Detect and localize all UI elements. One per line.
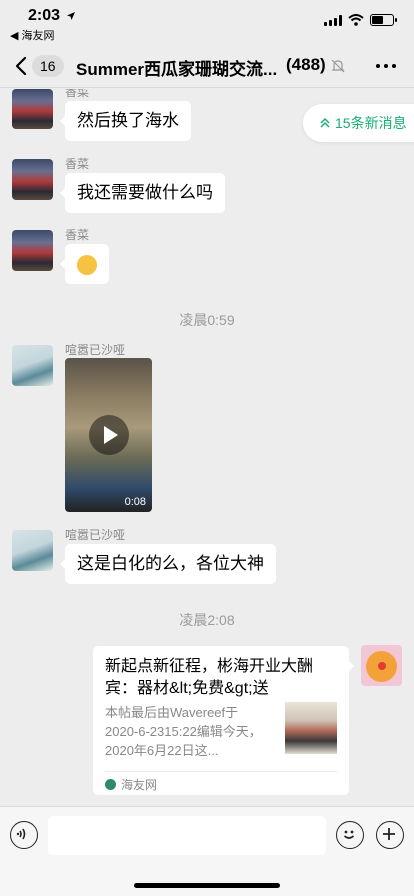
avatar[interactable] (12, 159, 53, 200)
link-card-description: 本帖最后由Wavereef于2020-6-2315:22编辑今天，2020年6月… (105, 705, 262, 758)
sender-name: 喧嚣已沙哑 (65, 343, 126, 357)
plus-icon[interactable] (376, 821, 404, 849)
avatar[interactable] (12, 230, 53, 271)
status-icons (324, 14, 397, 26)
double-chevron-up-icon (320, 117, 330, 128)
link-card-source: 海友网 (105, 776, 157, 793)
source-app-icon (105, 779, 116, 790)
mute-bell-icon (331, 59, 345, 73)
sender-name: 香菜 (65, 157, 90, 171)
link-card[interactable]: 新起点新征程，彬海开业大酬宾：器材&lt;免费&gt;送 本帖最后由Wavere… (93, 646, 354, 795)
timestamp: 凌晨2:08 (179, 612, 235, 628)
timestamp: 凌晨0:59 (179, 312, 235, 328)
status-time: 2:03 (28, 7, 61, 24)
voice-icon[interactable] (10, 821, 38, 849)
divider (105, 771, 337, 772)
message-bubble[interactable]: 这是白化的么，各位大神 (60, 544, 276, 584)
dizzy-face-icon (77, 255, 97, 275)
more-options-icon[interactable] (376, 64, 396, 68)
sender-name: 香菜 (65, 228, 90, 242)
video-message[interactable]: 0:08 (65, 358, 152, 512)
input-bar (0, 806, 414, 896)
video-duration: 0:08 (124, 496, 146, 508)
back-chevron-icon[interactable] (12, 54, 32, 78)
self-avatar[interactable] (361, 645, 402, 686)
source-name: 海友网 (121, 778, 158, 792)
message-bubble[interactable]: 然后换了海水 (60, 101, 191, 141)
sender-name: 香菜 (65, 89, 90, 99)
chat-nav-bar: 16 Summer西瓜家珊瑚交流... (488) (0, 44, 414, 88)
location-arrow-icon (67, 12, 75, 20)
signal-icon (324, 14, 342, 26)
link-card-title: 新起点新征程，彬海开业大酬宾：器材&lt;免费&gt;送 (105, 658, 314, 697)
wifi-icon (348, 14, 364, 26)
unread-count-badge[interactable]: 16 (32, 55, 64, 77)
message-input[interactable] (48, 816, 326, 855)
avatar[interactable] (12, 89, 53, 129)
sender-name: 喧嚣已沙哑 (65, 528, 126, 542)
avatar[interactable] (12, 530, 53, 571)
member-count: (488) (284, 55, 326, 75)
new-messages-button[interactable]: 15条新消息 (303, 104, 414, 142)
emoji-icon[interactable] (336, 821, 364, 849)
chat-messages: 香菜 然后换了海水 香菜 我还需要做什么吗 香菜 凌晨0:59 喧嚣已沙哑 0:… (0, 89, 414, 806)
battery-icon (370, 14, 397, 26)
status-bar: 2:03 ◀ 海友网 (0, 0, 414, 44)
message-bubble[interactable]: 我还需要做什么吗 (60, 173, 225, 213)
home-indicator (134, 883, 280, 888)
back-to-app-link[interactable]: ◀ 海友网 (10, 27, 55, 43)
avatar[interactable] (12, 345, 53, 386)
play-icon[interactable] (89, 415, 129, 455)
new-messages-label: 15条新消息 (335, 115, 407, 131)
link-card-thumbnail (285, 702, 337, 754)
